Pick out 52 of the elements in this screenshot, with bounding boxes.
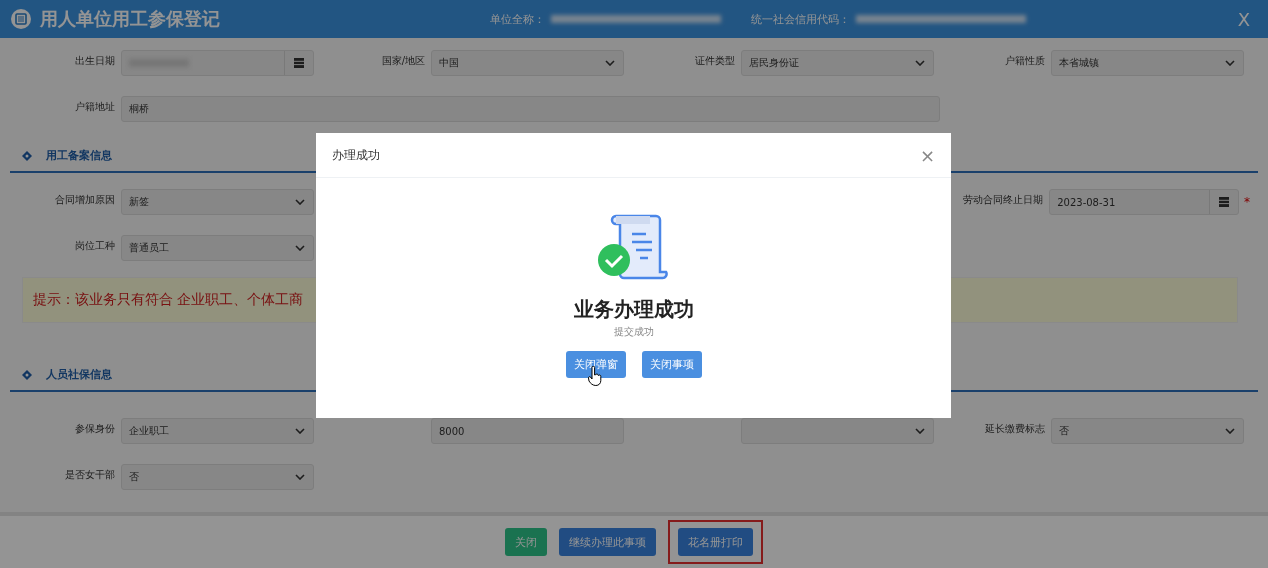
input-field[interactable] <box>741 418 934 444</box>
field-label: 国家/地区 <box>380 54 426 68</box>
input-field[interactable]: 否 <box>1051 418 1244 444</box>
chevron-icon <box>295 428 305 434</box>
chevron-icon <box>295 245 305 251</box>
field-label: 劳动合同终止日期 <box>962 193 1045 207</box>
header-label: 单位全称： <box>490 11 545 27</box>
input-field[interactable]: 企业职工 <box>121 418 314 444</box>
close-button[interactable]: × <box>919 144 935 166</box>
input-field[interactable]: 8000 <box>431 418 624 444</box>
field-label: 是否女干部 <box>64 468 116 482</box>
field-label: 出生日期 <box>74 54 116 68</box>
chevron-icon <box>1225 60 1235 66</box>
dialog-title: 办理成功 <box>332 146 380 164</box>
field-label: 参保身份 <box>74 422 116 436</box>
action-button[interactable]: 花名册打印 <box>678 528 753 556</box>
input-field[interactable]: 本省城镇 <box>1051 50 1244 76</box>
input-field[interactable]: 2023-08-31 <box>1049 189 1239 215</box>
chevron-icon <box>605 60 615 66</box>
chevron-icon <box>915 60 925 66</box>
input-field[interactable]: 中国 <box>431 50 624 76</box>
field-label: 延长缴费标志 <box>984 422 1046 436</box>
input-field[interactable]: 普通员工 <box>121 235 314 261</box>
close-button[interactable]: X <box>1233 8 1254 30</box>
success-heading: 业务办理成功 <box>573 296 694 323</box>
diamond-icon <box>22 150 32 161</box>
section-title: 用工备案信息 <box>46 148 112 163</box>
input-field[interactable]: 新签 <box>121 189 314 215</box>
chevron-icon <box>295 199 305 205</box>
section-title: 人员社保信息 <box>46 367 112 382</box>
diamond-icon <box>22 369 32 380</box>
input-field[interactable]: 桐桥 <box>121 96 940 122</box>
action-button[interactable]: 继续办理此事项 <box>559 528 656 556</box>
required-mark: * <box>1244 195 1250 209</box>
chevron-icon <box>1225 428 1235 434</box>
dialog-button[interactable]: 关闭弹窗 <box>565 351 626 378</box>
header-label: 统一社会信用代码： <box>751 11 850 27</box>
chevron-icon <box>295 474 305 480</box>
input-field[interactable]: 否 <box>121 464 314 490</box>
field-label: 户籍地址 <box>74 100 116 114</box>
chevron-icon <box>915 428 925 434</box>
field-label: 证件类型 <box>694 54 736 68</box>
page-title: 用人单位用工参保登记 <box>40 7 220 31</box>
field-label: 户籍性质 <box>1004 54 1046 68</box>
dialog-button[interactable]: 关闭事项 <box>641 351 702 378</box>
field-label: 岗位工种 <box>74 239 116 253</box>
field-label: 合同增加原因 <box>54 193 116 207</box>
list-icon <box>10 8 32 30</box>
notice-text: 提示：该业务只有符合 企业职工、个体工商 <box>33 291 304 309</box>
input-field[interactable]: 居民身份证 <box>741 50 934 76</box>
input-field[interactable] <box>121 50 314 76</box>
success-message: 提交成功 <box>613 325 654 339</box>
